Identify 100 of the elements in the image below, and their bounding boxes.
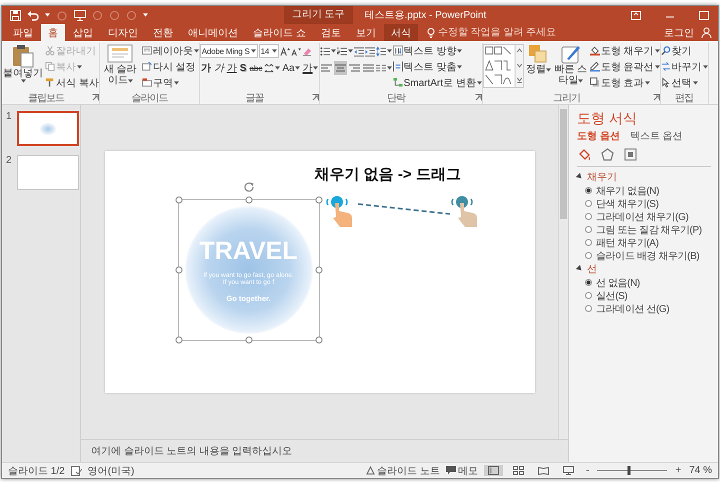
layout-button[interactable]: 레이아웃	[142, 43, 199, 58]
radio-button[interactable]	[585, 292, 592, 299]
dialog-launcher-icon[interactable]	[652, 94, 660, 101]
bold-button[interactable]: 가	[200, 60, 212, 76]
dialog-launcher-icon[interactable]	[474, 94, 482, 101]
sign-in-link[interactable]: 로그인	[664, 26, 694, 40]
arrange-button[interactable]: 정렬	[524, 43, 552, 75]
proofing-icon[interactable]	[70, 466, 82, 476]
format-painter-button[interactable]: 서식 복사	[45, 75, 99, 90]
slide-thumbnail[interactable]	[17, 155, 79, 190]
resize-handle[interactable]	[175, 336, 182, 344]
ribbon-tab[interactable]: 검토	[314, 24, 348, 41]
underline-button[interactable]: 가	[226, 60, 238, 76]
radio-button[interactable]	[585, 213, 592, 220]
reset-button[interactable]: 다시 설정	[142, 59, 199, 74]
section-button[interactable]: 구역	[142, 75, 199, 90]
radio-option[interactable]: 채우기 없음(N)	[585, 184, 660, 197]
ribbon-tab[interactable]: 슬라이드 쇼	[246, 24, 313, 41]
zoom-level-button[interactable]: 74 %	[689, 465, 712, 476]
smartart-button[interactable]: SmartArt로 변환	[392, 75, 482, 90]
line-spacing-icon[interactable]	[376, 46, 386, 56]
normal-view-button[interactable]	[484, 465, 504, 476]
ribbon-tab[interactable]: 홈	[41, 24, 65, 41]
fill-line-tab[interactable]	[577, 147, 592, 162]
strikethrough-button[interactable]: abc	[248, 60, 264, 76]
radio-option[interactable]: 단색 채우기(S)	[585, 197, 659, 210]
radio-button[interactable]	[585, 239, 592, 246]
resize-handle[interactable]	[245, 336, 252, 344]
ribbon-tab[interactable]: 삽입	[66, 24, 100, 41]
effects-tab[interactable]	[600, 147, 615, 162]
language-button[interactable]: 영어(미국)	[88, 464, 134, 478]
quick-styles-button[interactable]: 빠른 스타일	[552, 43, 589, 86]
numbered-list-icon[interactable]	[336, 46, 347, 56]
grow-font-icon[interactable]	[280, 46, 290, 56]
resize-handle[interactable]	[175, 196, 182, 204]
dialog-launcher-icon[interactable]	[312, 94, 319, 101]
bullets-icon[interactable]	[320, 46, 330, 56]
radio-button[interactable]	[585, 200, 592, 207]
ribbon-tab[interactable]: 애니메이션	[181, 24, 245, 41]
radio-button[interactable]	[585, 279, 592, 286]
radio-button[interactable]	[585, 252, 592, 259]
rotate-handle[interactable]	[243, 181, 254, 192]
shrink-font-icon[interactable]	[290, 46, 301, 56]
text-direction-button[interactable]: 텍스트 방향	[392, 43, 482, 58]
radio-option[interactable]: 그림 또는 질감 채우기(P)	[585, 223, 702, 236]
change-case-button[interactable]: Aa	[281, 60, 301, 76]
shape-effects-button[interactable]: 도형 효과	[590, 75, 660, 90]
section-header[interactable]: 채우기	[577, 170, 617, 184]
resize-handle[interactable]	[175, 266, 182, 274]
font-size-field[interactable]: 14	[258, 44, 279, 58]
ribbon-tab[interactable]: 디자인	[101, 24, 145, 41]
radio-option[interactable]: 그라데이션 선(G)	[585, 302, 670, 315]
outdent-icon[interactable]	[354, 46, 364, 56]
pane-tab[interactable]: 도형 옵션	[577, 129, 620, 143]
ribbon-tab[interactable]: 파일	[6, 24, 40, 41]
resize-handle[interactable]	[315, 266, 322, 274]
zoom-in-button[interactable]: +	[673, 465, 684, 476]
comments-button[interactable]: 메모	[446, 464, 478, 478]
dialog-launcher-icon[interactable]	[92, 94, 99, 101]
radio-option[interactable]: 패턴 채우기(A)	[585, 236, 659, 249]
slideshow-icon[interactable]	[74, 10, 86, 20]
ribbon-display-icon[interactable]	[631, 10, 641, 20]
maximize-icon[interactable]	[699, 10, 709, 20]
spacing-icon[interactable]	[264, 62, 274, 74]
center-button[interactable]	[334, 61, 347, 75]
section-header[interactable]: 선	[577, 262, 597, 276]
radio-button[interactable]	[585, 305, 592, 312]
ribbon-tab[interactable]: 전환	[146, 24, 180, 41]
radio-option[interactable]: 슬라이드 배경 채우기(B)	[585, 249, 700, 262]
italic-button[interactable]: 가	[212, 60, 225, 76]
shapes-gallery[interactable]	[482, 44, 524, 88]
paste-button[interactable]: 붙여넣기	[2, 43, 44, 83]
person-icon[interactable]	[701, 27, 712, 38]
shadow-button[interactable]: S	[238, 60, 248, 76]
indent-icon[interactable]	[364, 46, 375, 56]
shape-fill-button[interactable]: 도형 채우기	[590, 43, 660, 58]
zoom-out-button[interactable]: -	[584, 465, 592, 476]
scrollbar[interactable]	[558, 105, 568, 439]
slide-thumbnail[interactable]	[17, 111, 79, 146]
select-button[interactable]: 선택	[660, 75, 708, 90]
radio-option[interactable]: 선 없음(N)	[585, 276, 640, 289]
save-icon[interactable]	[10, 10, 21, 20]
find-button[interactable]: 찾기	[660, 43, 708, 58]
shape-outline-button[interactable]: 도형 윤곽선	[590, 59, 660, 74]
tell-me-field[interactable]: 수정할 작업을 알려 주세요	[438, 27, 568, 38]
notes-button[interactable]: 슬라이드 노트	[366, 464, 440, 478]
size-tab[interactable]	[623, 147, 638, 162]
slider-thumb[interactable]	[627, 466, 630, 475]
notes-field[interactable]: 여기에 슬라이드 노트의 내용을 입력하십시오	[91, 446, 568, 456]
radio-button[interactable]	[585, 187, 592, 194]
resize-handle[interactable]	[245, 196, 252, 204]
align-text-button[interactable]: 텍스트 맞춤	[392, 59, 482, 74]
new-slide-button[interactable]: 새 슬라이드	[100, 43, 141, 86]
radio-option[interactable]: 실선(S)	[585, 289, 628, 302]
ribbon-tab[interactable]: 서식	[384, 24, 418, 41]
radio-option[interactable]: 그라데이션 채우기(G)	[585, 210, 688, 223]
undo-icon[interactable]	[27, 10, 39, 20]
resize-handle[interactable]	[315, 336, 322, 344]
font-color-button[interactable]: 가	[302, 60, 319, 76]
radio-button[interactable]	[585, 226, 592, 233]
